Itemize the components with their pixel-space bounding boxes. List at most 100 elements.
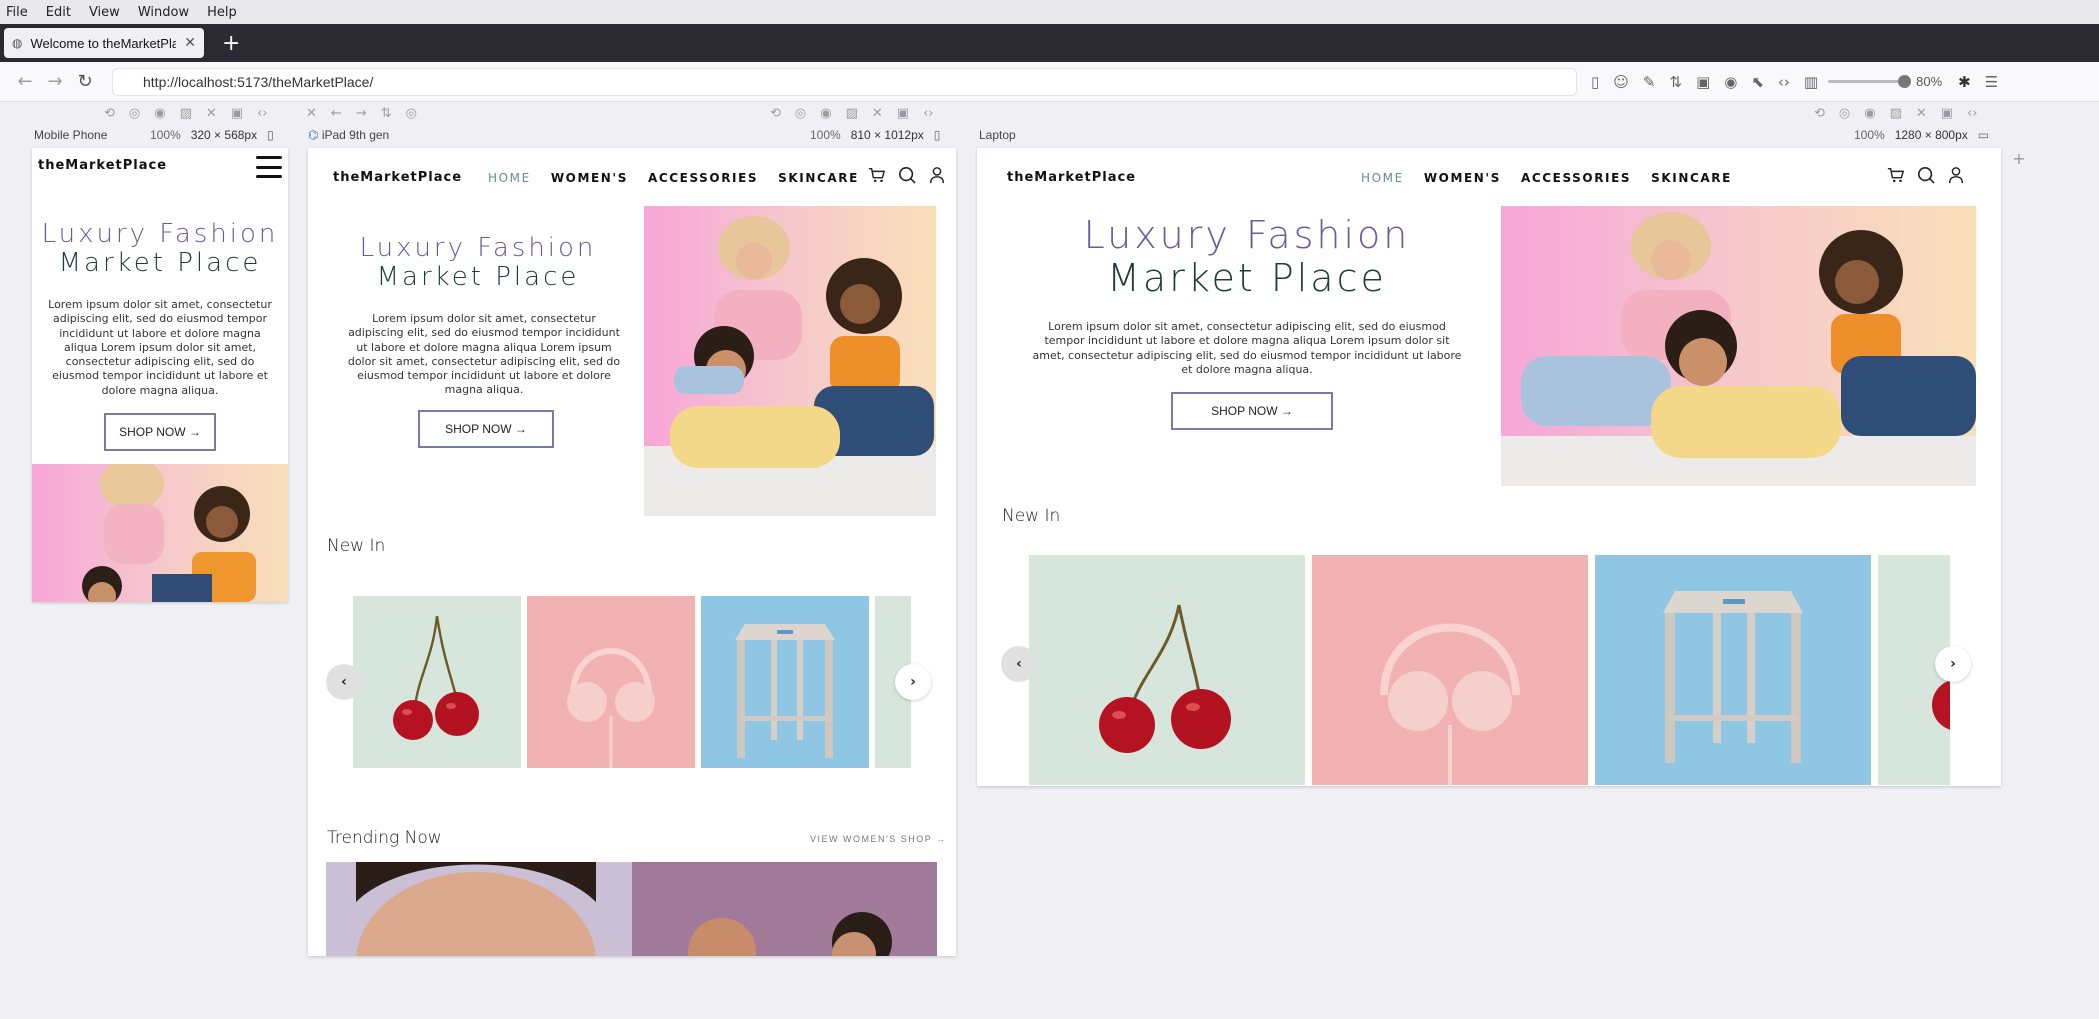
reader-view-icon[interactable]: ▯	[1591, 73, 1599, 91]
search-icon[interactable]	[1917, 166, 1935, 184]
trending-tile-2[interactable]	[632, 862, 937, 956]
devices-icon[interactable]: ▣	[1941, 106, 1953, 121]
extension-icons: ✱ ☰	[1958, 73, 1998, 91]
ipad-device-label[interactable]: ⌬ iPad 9th gen	[308, 128, 389, 142]
product-tile-headphones[interactable]	[527, 596, 695, 768]
rotate-icon[interactable]: ⟲	[104, 106, 115, 121]
back-icon[interactable]: ←	[10, 71, 40, 92]
settings-icon[interactable]: ☰	[1985, 73, 1998, 91]
back-icon[interactable]: ←	[331, 106, 342, 121]
nav-womens[interactable]: WOMEN'S	[1424, 171, 1501, 185]
hero-image	[32, 464, 288, 602]
cart-icon[interactable]	[1887, 166, 1905, 184]
site-logo[interactable]: theMarketPlace	[1007, 170, 1136, 185]
responsive-icon[interactable]: ▣	[1696, 73, 1710, 91]
user-icon[interactable]	[928, 166, 946, 184]
forward-icon[interactable]: →	[356, 106, 367, 121]
device-icon[interactable]: ▭	[1978, 128, 1989, 142]
mobile-device-label[interactable]: Mobile Phone	[34, 128, 107, 142]
add-device-button[interactable]: +	[2008, 148, 2030, 170]
zoom-slider[interactable]	[1828, 75, 1912, 88]
trending-tile-1[interactable]	[326, 862, 632, 956]
product-tile-cherry[interactable]	[1029, 555, 1305, 785]
product-tile-stool[interactable]	[1595, 555, 1871, 785]
devices-icon[interactable]: ▣	[231, 106, 243, 121]
target-icon[interactable]: ◎	[795, 106, 806, 121]
user-icon[interactable]	[1947, 166, 1965, 184]
site-logo[interactable]: theMarketPlace	[333, 170, 462, 185]
stool-image	[735, 624, 835, 758]
image-icon[interactable]: ▨	[180, 106, 192, 121]
nav-home[interactable]: HOME	[488, 171, 531, 185]
code-icon[interactable]: ‹›	[257, 106, 267, 121]
rotate-icon[interactable]: ⟲	[770, 106, 781, 121]
camera-icon[interactable]: ◉	[1864, 106, 1875, 121]
picker-icon[interactable]: ⬉	[1751, 73, 1764, 91]
close-tab-icon[interactable]: ✕	[184, 35, 196, 51]
camera-icon[interactable]: ◉	[154, 106, 165, 121]
device-icon[interactable]: ▯	[934, 128, 941, 142]
nav-skincare[interactable]: SKINCARE	[778, 171, 859, 185]
menu-help[interactable]: Help	[207, 5, 237, 20]
rotate-icon[interactable]: ⟲	[1814, 106, 1825, 121]
nav-womens[interactable]: WOMEN'S	[551, 171, 628, 185]
image-icon[interactable]: ▨	[1890, 106, 1902, 121]
carousel-next-button[interactable]: ›	[1935, 646, 1971, 682]
hamburger-menu-icon[interactable]	[256, 156, 282, 178]
forward-icon[interactable]: →	[40, 71, 70, 92]
zoom-slider-knob[interactable]	[1898, 75, 1912, 88]
tools-icon[interactable]: ✕	[206, 106, 217, 121]
nav-home[interactable]: HOME	[1361, 171, 1404, 185]
code-icon[interactable]: ‹›	[1778, 73, 1790, 91]
account-icon[interactable]: ☺	[1613, 73, 1629, 91]
sync-icon[interactable]: ⇅	[381, 106, 392, 121]
menu-file[interactable]: File	[6, 5, 28, 20]
site-logo[interactable]: theMarketPlace	[38, 158, 167, 173]
reload-icon[interactable]: ↻	[70, 71, 100, 92]
code-icon[interactable]: ‹›	[1967, 106, 1977, 121]
nav-accessories[interactable]: ACCESSORIES	[1521, 171, 1631, 185]
hero-title-line1: Luxury Fashion	[1083, 213, 1411, 257]
shop-now-button[interactable]: SHOP NOW →	[418, 410, 554, 448]
menu-view[interactable]: View	[89, 5, 120, 20]
image-icon[interactable]: ▨	[846, 106, 858, 121]
laptop-device-label[interactable]: Laptop	[979, 128, 1016, 142]
target-icon[interactable]: ◎	[1839, 106, 1850, 121]
carousel-prev-button[interactable]: ‹	[326, 664, 362, 700]
device-icon[interactable]: ▯	[267, 128, 274, 142]
browser-tab[interactable]: ◍ Welcome to theMarketPlace ✕	[4, 28, 204, 58]
tools-icon[interactable]: ✕	[872, 106, 883, 121]
devices-icon[interactable]: ▣	[897, 106, 909, 121]
tools-icon[interactable]: ✕	[1916, 106, 1927, 121]
search-icon[interactable]	[898, 166, 916, 184]
new-tab-button[interactable]: +	[222, 31, 240, 56]
ipad-size: 810 × 1012px	[850, 128, 924, 142]
shop-now-button[interactable]: SHOP NOW →	[104, 413, 216, 451]
product-tile-cherry[interactable]	[353, 596, 521, 768]
camera-icon[interactable]: ◉	[820, 106, 831, 121]
target-icon[interactable]: ◎	[406, 106, 417, 121]
stool-image	[1663, 591, 1803, 763]
product-tile-headphones[interactable]	[1312, 555, 1588, 785]
menu-edit[interactable]: Edit	[46, 5, 71, 20]
close-icon[interactable]: ✕	[306, 106, 317, 121]
sync-icon[interactable]: ⇅	[1669, 73, 1682, 91]
view-womens-shop-link[interactable]: VIEW WOMEN'S SHOP →	[810, 834, 947, 844]
product-tile-stool[interactable]	[701, 596, 869, 768]
shop-now-button[interactable]: SHOP NOW →	[1171, 392, 1333, 430]
menu-window[interactable]: Window	[138, 5, 189, 20]
extensions-icon[interactable]: ✱	[1958, 73, 1971, 91]
target-icon[interactable]: ◎	[129, 106, 140, 121]
pen-icon[interactable]: ✎	[1643, 73, 1656, 91]
new-in-heading: New In	[1002, 506, 1061, 526]
code-icon[interactable]: ‹›	[923, 106, 933, 121]
url-bar[interactable]: http://localhost:5173/theMarketPlace/	[112, 67, 1577, 96]
cart-icon[interactable]	[868, 166, 886, 184]
mobile-device-tools: ⟲ ◎ ◉ ▨ ✕ ▣ ‹›	[104, 104, 268, 122]
sidebar-icon[interactable]: ▥	[1804, 73, 1818, 91]
screenshot-icon[interactable]: ◉	[1724, 73, 1737, 91]
nav-accessories[interactable]: ACCESSORIES	[648, 171, 758, 185]
carousel-prev-button[interactable]: ‹	[1001, 646, 1037, 682]
nav-skincare[interactable]: SKINCARE	[1651, 171, 1732, 185]
carousel-next-button[interactable]: ›	[895, 664, 931, 700]
